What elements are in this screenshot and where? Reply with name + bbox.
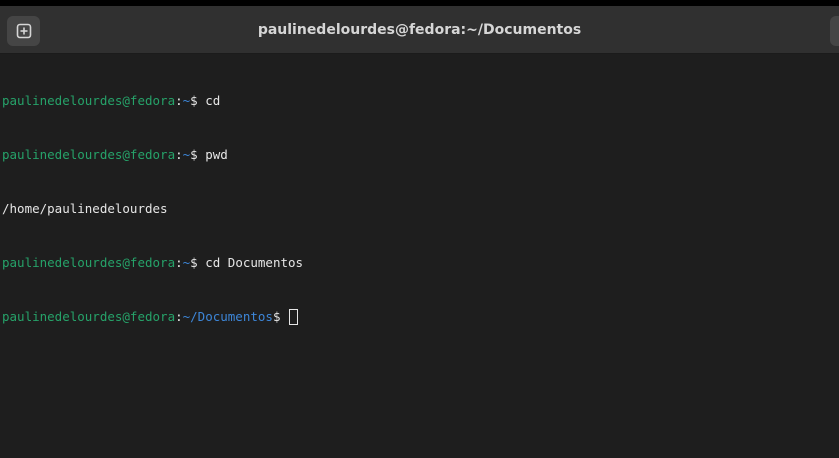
text-cursor — [289, 309, 298, 325]
prompt-user: paulinedelourdes@fedora — [2, 309, 176, 324]
window-title: paulinedelourdes@fedora:~/Documentos — [257, 22, 582, 38]
terminal-line: /home/paulinedelourdes — [2, 200, 839, 218]
prompt-colon: : — [175, 255, 183, 270]
new-tab-icon — [16, 23, 32, 39]
prompt-symbol: $ — [190, 93, 206, 108]
prompt-symbol: $ — [272, 309, 288, 324]
prompt-user: paulinedelourdes@fedora — [2, 147, 176, 162]
terminal-line-active: paulinedelourdes@fedora:~/Documentos$ — [2, 308, 839, 326]
prompt-colon: : — [175, 93, 183, 108]
command-text: cd Documentos — [205, 255, 304, 270]
prompt-user: paulinedelourdes@fedora — [2, 93, 176, 108]
prompt-colon: : — [175, 147, 183, 162]
terminal-output[interactable]: paulinedelourdes@fedora:~$ cd paulinedel… — [0, 54, 839, 458]
header-bar: paulinedelourdes@fedora:~/Documentos — [0, 6, 839, 54]
command-text: cd — [205, 93, 221, 108]
terminal-line: paulinedelourdes@fedora:~$ cd Documentos — [2, 254, 839, 272]
prompt-symbol: $ — [190, 147, 206, 162]
command-output: /home/paulinedelourdes — [2, 201, 168, 216]
terminal-line: paulinedelourdes@fedora:~$ pwd — [2, 146, 839, 164]
header-menu-button[interactable] — [830, 16, 839, 46]
prompt-colon: : — [175, 309, 183, 324]
prompt-symbol: $ — [190, 255, 206, 270]
terminal-line: paulinedelourdes@fedora:~$ cd — [2, 92, 839, 110]
terminal-window: paulinedelourdes@fedora:~/Documentos pau… — [0, 0, 839, 458]
prompt-path: ~/Documentos — [182, 309, 273, 324]
command-text: pwd — [205, 147, 228, 162]
new-tab-button[interactable] — [7, 16, 40, 46]
prompt-user: paulinedelourdes@fedora — [2, 255, 176, 270]
